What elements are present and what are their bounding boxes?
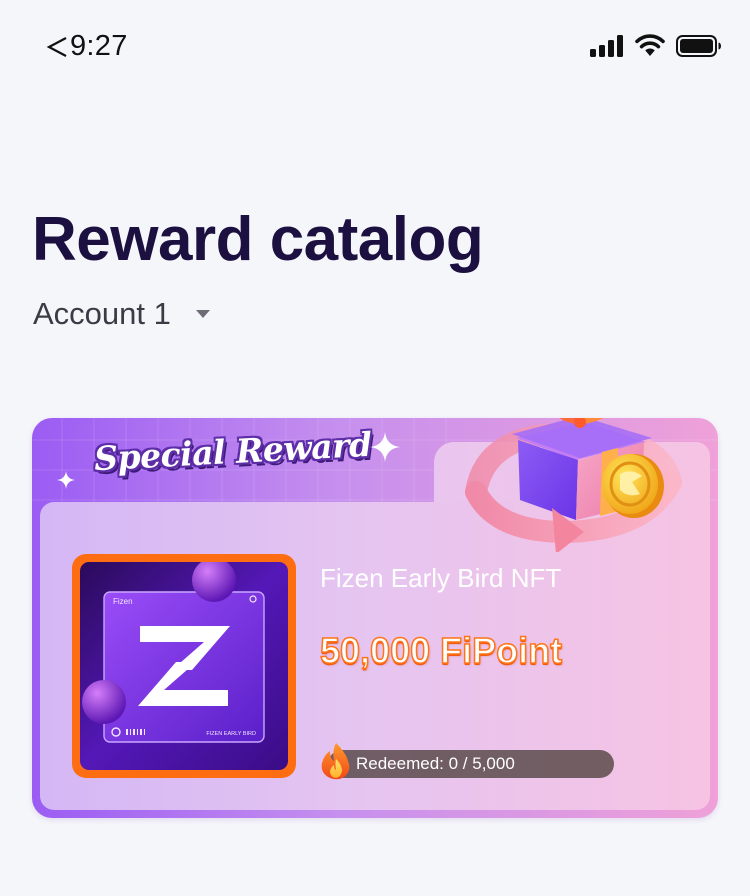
reward-card[interactable]: Special Reward Fizen FIZEN EARLY BIRD Fi… <box>32 418 718 818</box>
caret-down-icon <box>195 310 210 318</box>
reward-name: Fizen Early Bird NFT <box>320 563 562 593</box>
status-bar: 9:27 <box>0 0 750 96</box>
fire-icon <box>321 743 350 780</box>
reward-price: 50,000 FiPoint <box>319 629 563 672</box>
battery-icon <box>676 35 721 57</box>
sparkle-icon <box>57 471 75 489</box>
nft-image: Fizen FIZEN EARLY BIRD <box>80 562 288 770</box>
cellular-signal-icon <box>590 35 623 57</box>
nft-caption: FIZEN EARLY BIRD <box>206 731 256 737</box>
wifi-icon <box>635 34 665 56</box>
nft-thumbnail-frame[interactable]: Fizen FIZEN EARLY BIRD <box>72 554 296 778</box>
nft-brand-label: Fizen <box>113 597 133 606</box>
gift-box-icon <box>465 418 682 552</box>
status-time: 9:27 <box>70 30 128 62</box>
redeemed-text: Redeemed: 0 / 5,000 <box>356 754 515 773</box>
account-selector[interactable]: Account 1 <box>33 296 211 332</box>
sparkle-icon <box>370 432 400 462</box>
page-title: Reward catalog <box>32 205 484 274</box>
account-selector-label: Account 1 <box>33 296 171 331</box>
redeemed-counter: Redeemed: 0 / 5,000 <box>328 750 614 778</box>
status-icons <box>590 34 722 58</box>
back-arrow-icon[interactable] <box>44 32 70 62</box>
